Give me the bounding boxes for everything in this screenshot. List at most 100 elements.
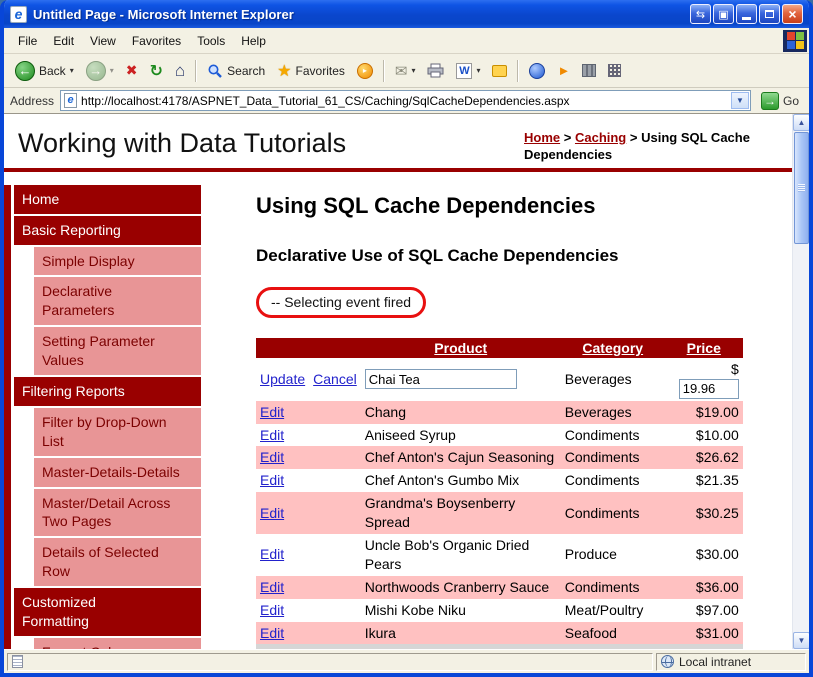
menu-edit[interactable]: Edit [45,30,82,52]
page-title: Using SQL Cache Dependencies [256,192,596,218]
media-button[interactable]: ▸ [352,57,378,85]
mail-dropdown-icon[interactable]: ▾ [411,66,415,75]
scrollbar-down-button[interactable]: ▼ [793,632,809,649]
section-subtitle: Declarative Use of SQL Cache Dependencie… [256,245,619,265]
actions-cell: Edit [256,400,361,424]
back-dropdown-icon[interactable]: ▾ [70,66,74,75]
sidebar-item-simple-display[interactable]: Simple Display [34,246,201,276]
restore-button[interactable] [759,4,780,24]
security-zone-label: Local intranet [679,654,752,669]
pager-link-3[interactable]: 3 [652,647,660,649]
price-cell: $31.00 [664,621,743,645]
actions-cell: Edit [256,446,361,470]
selecting-event-label: -- Selecting event fired [271,293,412,310]
close-button[interactable]: × [782,4,803,24]
messenger-button[interactable] [524,57,550,85]
category-cell: Condiments [560,492,665,535]
pager-link-2[interactable]: 2 [635,647,643,649]
scrollbar-up-button[interactable]: ▲ [793,114,809,131]
menu-favorites[interactable]: Favorites [124,30,189,52]
sidebar-item-filter-by-dropdown-list[interactable]: Filter by Drop-Down List [34,407,201,456]
price-edit-cell: $ [664,357,743,401]
table-row: Edit Chang Beverages $19.00 [256,400,743,424]
address-dropdown-button[interactable]: ▼ [730,92,749,109]
forward-button[interactable]: → ▾ [81,57,119,85]
product-cell: Northwoods Cranberry Sauce [360,575,561,599]
cancel-link[interactable]: Cancel [313,371,357,387]
actions-cell: Edit [256,469,361,493]
star-icon: ★ [277,62,292,80]
product-sort-link[interactable]: Product [434,340,487,356]
orange-arrow-icon: ► [557,63,571,78]
table-row: Edit Ikura Seafood $31.00 [256,621,743,645]
edit-link[interactable]: Edit [260,602,284,618]
menu-help[interactable]: Help [233,30,274,52]
address-input[interactable] [81,93,727,108]
flag-blue [786,41,795,49]
go-icon: → [760,91,779,110]
sidebar-item-master-details-details[interactable]: Master-Details-Details [34,457,201,487]
sidebar-item-master-detail-two-pages[interactable]: Master/Detail Across Two Pages [34,488,201,537]
sidebar-item-details-of-selected-row[interactable]: Details of Selected Row [34,538,201,587]
price-header-cell: Price [664,337,743,358]
sidebar-item-setting-parameter-values[interactable]: Setting Parameter Values [34,327,201,376]
edit-link[interactable]: Edit [260,505,284,521]
refresh-button[interactable]: ↻ [144,57,167,85]
edit-link[interactable]: Edit [260,625,284,641]
breadcrumb-link-caching[interactable]: Caching [575,130,626,145]
scrollbar-thumb[interactable] [794,132,809,244]
sidebar-item-home[interactable]: Home [14,184,201,214]
minimize-button[interactable] [736,4,757,24]
price-sort-link[interactable]: Price [687,340,721,356]
menu-view[interactable]: View [82,30,124,52]
edit-link[interactable]: Edit [260,449,284,465]
page-icon: e [64,93,78,108]
edit-link[interactable]: Edit [260,472,284,488]
pager-link-4[interactable]: 4 [668,647,676,649]
search-button[interactable]: Search [202,57,270,85]
breadcrumb-link-home[interactable]: Home [524,130,560,145]
back-button[interactable]: ← Back ▾ [10,57,79,85]
mail-button[interactable]: ✉ ▾ [390,57,421,85]
word-dropdown-icon[interactable]: ▾ [476,66,480,75]
title-extra-button-1[interactable]: ⇆ [690,4,711,24]
title-extra-button-2[interactable]: ▣ [713,4,734,24]
category-sort-link[interactable]: Category [582,340,643,356]
sidebar-item-customized-formatting[interactable]: Customized Formatting [14,588,201,636]
update-link[interactable]: Update [260,371,305,387]
edit-link[interactable]: Edit [260,579,284,595]
breadcrumb: Home > Caching > Using SQL Cache Depende… [524,122,782,164]
sidebar-item-filtering-reports[interactable]: Filtering Reports [14,377,201,406]
currency-label: $ [730,360,739,377]
sidebar-item-basic-reporting[interactable]: Basic Reporting [14,215,201,245]
menu-tools[interactable]: Tools [189,30,233,52]
stop-button[interactable]: ✖ [121,57,143,85]
print-button[interactable] [422,57,449,85]
toolbar-separator [195,59,198,82]
browser-viewport: Working with Data Tutorials Home > Cachi… [4,114,809,649]
edit-link[interactable]: Edit [260,546,284,562]
edit-with-word-button[interactable]: W ▾ [451,57,485,85]
status-main-section [7,652,653,671]
vertical-scrollbar[interactable]: ▲ ▼ [792,114,809,649]
breadcrumb-separator: > [563,130,572,145]
sidebar-item-declarative-parameters[interactable]: Declarative Parameters [34,277,201,326]
sidebar-item-format-colors[interactable]: Format Colors [34,637,201,649]
favorites-button[interactable]: ★ Favorites [272,57,350,85]
go-button[interactable]: → Go [757,91,803,110]
home-button[interactable]: ⌂ [170,57,190,85]
pager-link-5[interactable]: 5 [685,647,693,649]
toolbar: ← Back ▾ → ▾ ✖ ↻ ⌂ Search ★ Favorites ▸ … [4,54,809,88]
pager-link-ellipsis[interactable]: ... [702,647,714,649]
price-input[interactable] [678,378,739,399]
menu-file[interactable]: File [10,30,45,52]
building-tool-button[interactable] [577,57,601,85]
discuss-button[interactable] [487,57,512,85]
edit-link[interactable]: Edit [260,427,284,443]
grid-tool-button[interactable] [603,57,626,85]
extra-tool-button[interactable]: ► [552,57,575,85]
edit-link[interactable]: Edit [260,404,284,420]
pager-link-next[interactable]: >> [722,647,738,649]
product-name-input[interactable] [364,369,517,390]
messenger-icon [529,62,546,79]
